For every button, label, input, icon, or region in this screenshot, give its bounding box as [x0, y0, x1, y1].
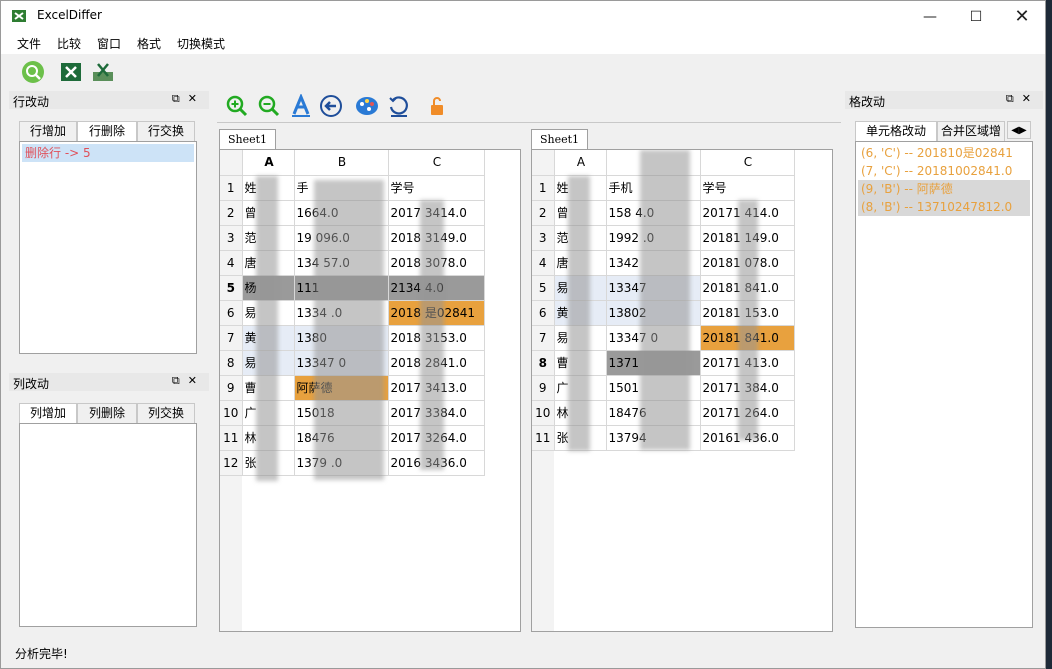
row-header[interactable]: 9: [532, 374, 555, 401]
menu-compare[interactable]: 比较: [57, 35, 81, 52]
search-icon[interactable]: [21, 60, 45, 84]
row-changes-tabs: 行增加 行删除 行交换: [19, 121, 197, 142]
tab-col-add[interactable]: 列增加: [19, 403, 77, 424]
tab-scroll-arrows-icon[interactable]: ◀▶: [1007, 121, 1031, 139]
palette-icon[interactable]: [355, 94, 379, 118]
row-header[interactable]: 10: [220, 399, 243, 426]
list-item[interactable]: (6, 'C') -- 201810是02841: [858, 144, 1030, 162]
list-item[interactable]: (8, 'B') -- 13710247812.0: [858, 198, 1030, 216]
tab-col-delete[interactable]: 列删除: [77, 403, 137, 423]
menu-file[interactable]: 文件: [17, 35, 41, 52]
redacted-area: [256, 176, 278, 481]
column-header[interactable]: A: [241, 150, 295, 176]
excel-compare-icon[interactable]: [91, 60, 115, 84]
row-header[interactable]: 8: [220, 349, 243, 376]
row-header[interactable]: 2: [532, 199, 555, 226]
row-header[interactable]: 7: [532, 324, 555, 351]
redacted-area: [420, 200, 444, 470]
window-title: ExcelDiffer: [37, 8, 102, 22]
column-header[interactable]: A: [553, 150, 607, 176]
row-header[interactable]: 12: [220, 449, 243, 476]
menu-bar: 文件 比较 窗口 格式 切换模式: [1, 32, 1045, 54]
cell-changes-list[interactable]: (6, 'C') -- 201810是02841 (7, 'C') -- 201…: [855, 141, 1033, 628]
left-sheet-tab[interactable]: Sheet1: [219, 129, 277, 149]
tab-merge-area[interactable]: 合并区域增: [937, 121, 1005, 141]
back-icon[interactable]: [319, 94, 343, 118]
row-header[interactable]: 1: [532, 174, 555, 201]
table-cell[interactable]: 学号: [699, 174, 795, 201]
menu-switch-mode[interactable]: 切换模式: [177, 35, 225, 52]
tab-row-swap[interactable]: 行交换: [137, 121, 195, 141]
close-button[interactable]: ✕: [999, 1, 1045, 32]
row-header[interactable]: 6: [220, 299, 243, 326]
right-sheet-grid[interactable]: A C 1 姓手机 学号 2 曾 158 4.0 20171 414.0 3 范 1992 .0 2…: [531, 149, 833, 632]
tab-cell-change[interactable]: 单元格改动: [855, 121, 937, 142]
font-icon[interactable]: [289, 94, 313, 118]
status-bar: 分析完毕!: [1, 641, 1045, 669]
corner-cell[interactable]: [532, 150, 555, 176]
redacted-area: [568, 176, 590, 451]
redacted-area: [738, 200, 758, 440]
column-header[interactable]: B: [293, 150, 389, 176]
row-changes-list[interactable]: 删除行 -> 5: [19, 141, 197, 354]
row-header[interactable]: 11: [532, 424, 555, 451]
row-header[interactable]: 3: [532, 224, 555, 251]
menu-format[interactable]: 格式: [137, 35, 161, 52]
dock-float-close-icons[interactable]: ⧉✕: [1006, 92, 1039, 106]
unlock-icon[interactable]: [425, 94, 449, 118]
row-header[interactable]: 10: [532, 399, 555, 426]
cell-changes-tabs: 单元格改动 合并区域增 ◀▶: [855, 121, 1033, 142]
excel-icon[interactable]: [59, 60, 83, 84]
right-sheet-tab[interactable]: Sheet1: [531, 129, 589, 149]
tab-row-delete[interactable]: 行删除: [77, 121, 137, 142]
row-changes-title: 行改动: [13, 95, 50, 109]
redacted-area: [640, 150, 690, 450]
col-changes-tabs: 列增加 列删除 列交换: [19, 403, 197, 424]
main-toolbar: [1, 55, 1045, 89]
cell-changes-dock-title: 格改动 ⧉✕: [845, 91, 1043, 109]
row-header[interactable]: 5: [220, 274, 243, 301]
corner-cell[interactable]: [220, 150, 243, 176]
dock-float-close-icons[interactable]: ⧉✕: [172, 374, 205, 388]
menu-window[interactable]: 窗口: [97, 35, 121, 52]
maximize-button[interactable]: ☐: [953, 1, 999, 32]
tab-row-add[interactable]: 行增加: [19, 121, 77, 141]
row-header[interactable]: 3: [220, 224, 243, 251]
app-window: ExcelDiffer — ☐ ✕ 文件 比较 窗口 格式 切换模式 行改动 ⧉…: [0, 0, 1046, 669]
status-text: 分析完毕!: [15, 647, 68, 661]
col-changes-list[interactable]: [19, 423, 197, 627]
title-bar: ExcelDiffer — ☐ ✕: [1, 1, 1045, 32]
list-item[interactable]: 删除行 -> 5: [22, 144, 194, 162]
row-header[interactable]: 8: [532, 349, 555, 376]
zoom-in-icon[interactable]: [225, 94, 249, 118]
row-header[interactable]: 4: [220, 249, 243, 276]
row-header[interactable]: 2: [220, 199, 243, 226]
app-icon: [12, 10, 26, 22]
row-header[interactable]: 9: [220, 374, 243, 401]
col-changes-title: 列改动: [13, 377, 50, 391]
redacted-area: [314, 180, 384, 480]
minimize-button[interactable]: —: [907, 1, 953, 32]
row-header[interactable]: 4: [532, 249, 555, 276]
row-header[interactable]: 5: [532, 274, 555, 301]
left-sheet-grid[interactable]: A B C 1姓手学号2曾1664.02017 3414.03范19 096.0…: [219, 149, 521, 632]
row-header[interactable]: 6: [532, 299, 555, 326]
row-header[interactable]: 7: [220, 324, 243, 351]
row-changes-dock-title: 行改动 ⧉✕: [9, 91, 209, 109]
col-changes-dock-title: 列改动 ⧉✕: [9, 373, 209, 391]
content-toolbar: [217, 91, 841, 123]
zoom-out-icon[interactable]: [257, 94, 281, 118]
row-header[interactable]: 1: [220, 174, 243, 201]
row-header[interactable]: 11: [220, 424, 243, 451]
dock-float-close-icons[interactable]: ⧉✕: [172, 92, 205, 106]
refresh-icon[interactable]: [387, 94, 411, 118]
list-item[interactable]: (9, 'B') -- 阿萨德: [858, 180, 1030, 198]
tab-col-swap[interactable]: 列交换: [137, 403, 195, 423]
column-header[interactable]: C: [699, 150, 795, 176]
list-item[interactable]: (7, 'C') -- 20181002841.0: [858, 162, 1030, 180]
cell-changes-title: 格改动: [849, 95, 886, 109]
table-cell[interactable]: 学号: [387, 174, 485, 201]
column-header[interactable]: C: [387, 150, 485, 176]
